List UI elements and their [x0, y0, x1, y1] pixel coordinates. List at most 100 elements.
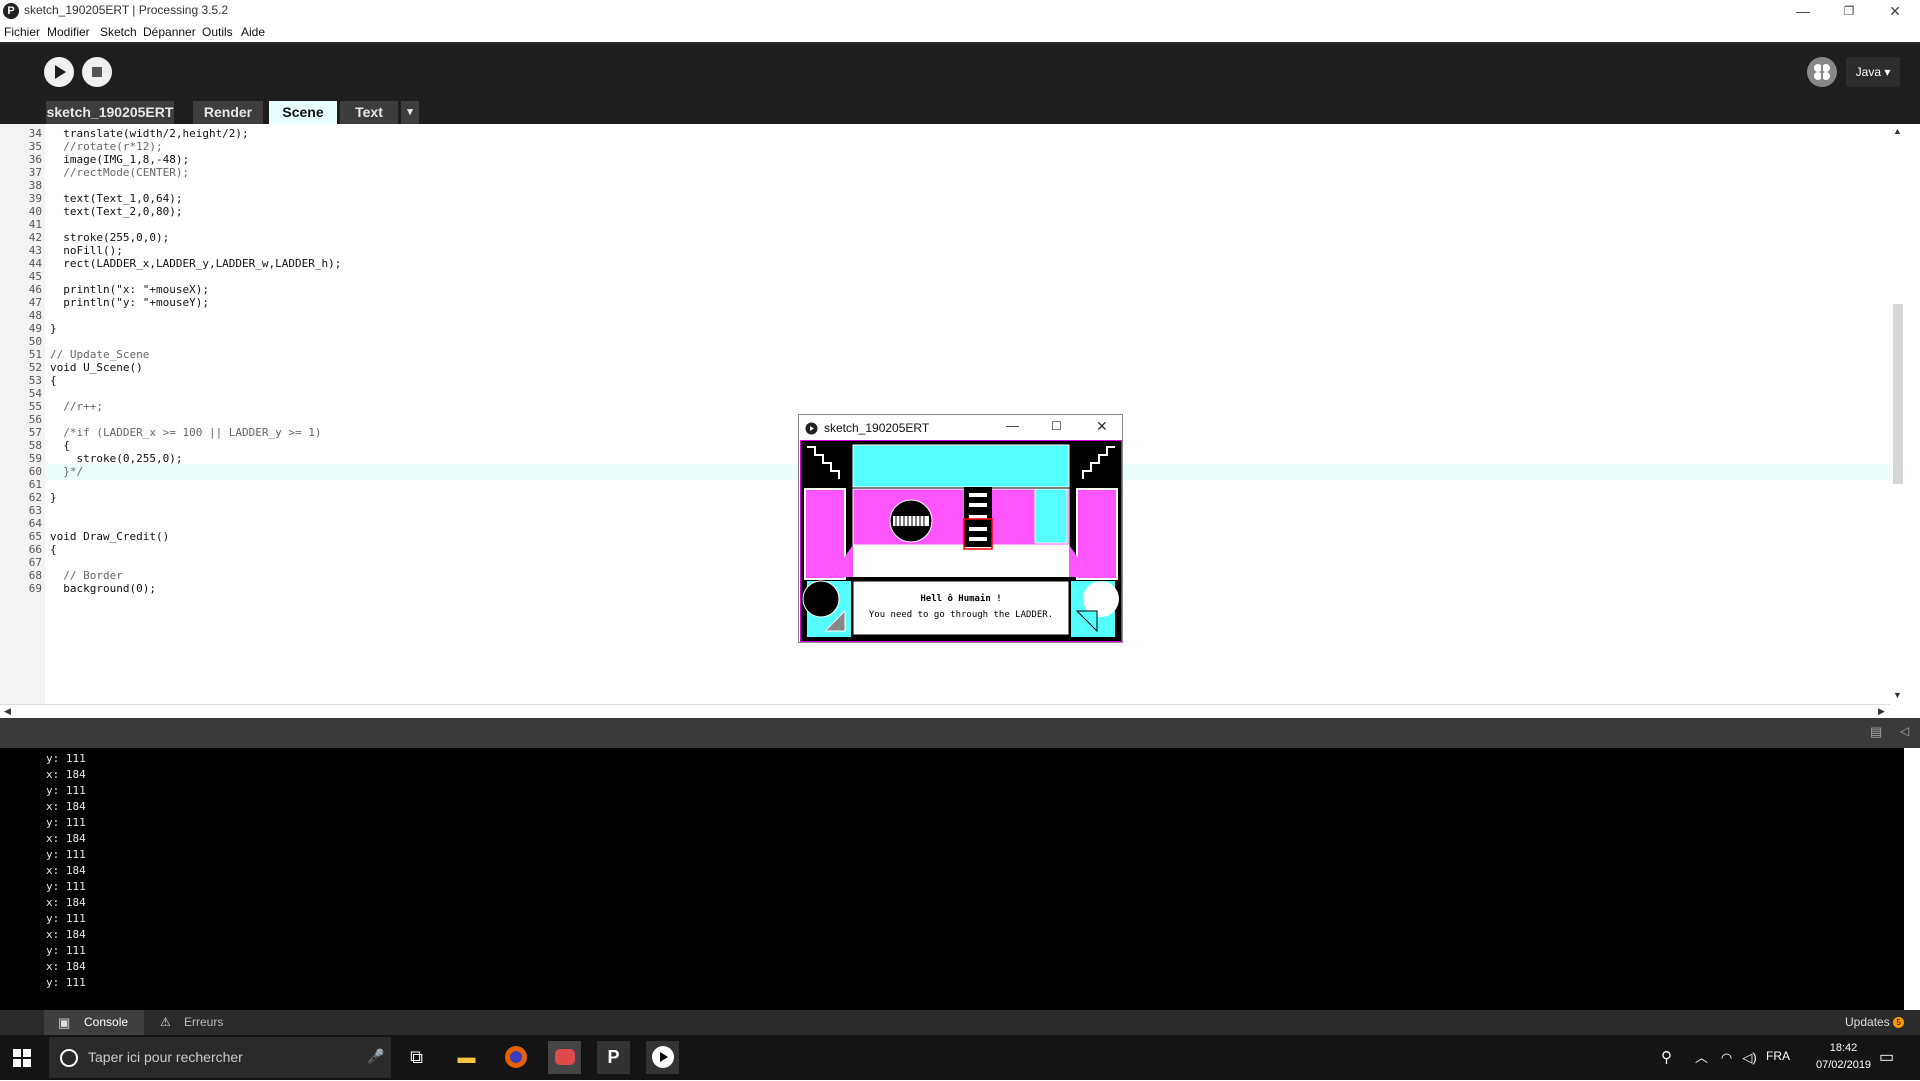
horizontal-scrollbar[interactable]: ◀ ▶	[0, 704, 1890, 719]
collapse-console-icon[interactable]: ◁	[1900, 724, 1909, 738]
clock[interactable]: 18:42 07/02/2019	[1816, 1040, 1871, 1074]
code-line[interactable]: //rotate(r*12);	[50, 140, 162, 153]
restore-button[interactable]: ❐	[1826, 0, 1872, 22]
scroll-right-arrow-icon[interactable]: ▶	[1878, 706, 1885, 717]
tab-render[interactable]: Render	[193, 101, 263, 124]
minimize-button[interactable]: —	[1780, 0, 1826, 22]
tab-text[interactable]: Text	[340, 101, 398, 124]
menu-depanner[interactable]: Dépanner	[143, 25, 196, 39]
menu-outils[interactable]: Outils	[202, 25, 233, 39]
windows-start-icon[interactable]	[13, 1049, 31, 1067]
clock-time: 18:42	[1829, 1042, 1858, 1054]
code-line[interactable]: noFill();	[50, 244, 123, 257]
updates-text: Updates	[1845, 1015, 1890, 1029]
game-scene: Hell ô Humain ! You need to go through t…	[801, 441, 1121, 641]
scroll-up-arrow-icon[interactable]: ▲	[1893, 126, 1902, 136]
code-line[interactable]: {	[50, 374, 57, 387]
errors-tab[interactable]: Erreurs	[184, 1010, 223, 1035]
console-line: x: 184	[46, 896, 86, 909]
sketch-close-button[interactable]: ✕	[1096, 418, 1108, 435]
microphone-icon[interactable]: 🎤	[367, 1048, 384, 1065]
task-view-icon[interactable]: ⧉	[400, 1041, 433, 1074]
code-line[interactable]: println("y: "+mouseY);	[50, 296, 209, 309]
line-number: 39	[28, 192, 42, 205]
tab-scene[interactable]: Scene	[269, 101, 337, 124]
code-line[interactable]: rect(LADDER_x,LADDER_y,LADDER_w,LADDER_h…	[50, 257, 341, 270]
line-number: 41	[28, 218, 42, 231]
run-button[interactable]	[44, 57, 74, 87]
toolbar: Java ▾	[0, 44, 1920, 101]
line-number: 62	[28, 491, 42, 504]
line-number: 37	[28, 166, 42, 179]
sketch-canvas[interactable]: Hell ô Humain ! You need to go through t…	[800, 440, 1122, 642]
console-scrollbar[interactable]	[1904, 748, 1920, 1010]
line-number: 35	[28, 140, 42, 153]
file-explorer-icon[interactable]: ▬	[450, 1041, 483, 1074]
code-line[interactable]: text(Text_2,0,80);	[50, 205, 182, 218]
mode-selector[interactable]: Java ▾	[1846, 57, 1900, 87]
code-line[interactable]: void U_Scene()	[50, 361, 143, 374]
menu-aide[interactable]: Aide	[241, 25, 265, 39]
code-line[interactable]: background(0);	[50, 582, 156, 595]
code-line[interactable]: //r++;	[50, 400, 103, 413]
menu-fichier[interactable]: Fichier	[4, 25, 40, 39]
menu-modifier[interactable]: Modifier	[47, 25, 90, 39]
console-line: y: 111	[46, 976, 86, 989]
tab-bar: sketch_190205ERT Render Scene Text ▾	[0, 101, 1920, 124]
line-number: 63	[28, 504, 42, 517]
scroll-down-arrow-icon[interactable]: ▼	[1893, 690, 1902, 700]
console-line: x: 184	[46, 960, 86, 973]
code-line[interactable]: }	[50, 322, 57, 335]
tab-sketch[interactable]: sketch_190205ERT	[46, 101, 174, 124]
warning-icon: ⚠	[160, 1015, 171, 1029]
input-language[interactable]: FRA	[1766, 1049, 1790, 1063]
line-number: 49	[28, 322, 42, 335]
line-number: 57	[28, 426, 42, 439]
scroll-left-arrow-icon[interactable]: ◀	[4, 706, 11, 717]
code-line[interactable]: // Border	[50, 569, 123, 582]
vertical-scroll-thumb[interactable]	[1893, 304, 1903, 484]
line-number: 46	[28, 283, 42, 296]
line-number: 51	[28, 348, 42, 361]
code-line[interactable]: /*if (LADDER_x >= 100 || LADDER_y >= 1)	[50, 426, 321, 439]
code-line[interactable]: stroke(255,0,0);	[50, 231, 169, 244]
code-line[interactable]: // Update_Scene	[50, 348, 149, 361]
sketch-maximize-button[interactable]: ☐	[1051, 419, 1062, 433]
line-number: 55	[28, 400, 42, 413]
code-line[interactable]: stroke(0,255,0);	[50, 452, 182, 465]
line-number: 48	[28, 309, 42, 322]
copy-console-icon[interactable]: ▤	[1870, 724, 1882, 740]
firefox-icon[interactable]	[499, 1041, 532, 1074]
tab-menu-button[interactable]: ▾	[401, 101, 419, 124]
status-bar: ▣ Console ⚠ Erreurs Updates 5	[0, 1010, 1920, 1035]
code-line[interactable]: void Draw_Credit()	[50, 530, 169, 543]
updates-label[interactable]: Updates 5	[1845, 1010, 1905, 1035]
code-line[interactable]: {	[50, 439, 70, 452]
people-icon[interactable]: ⚲	[1650, 1041, 1683, 1074]
stop-button[interactable]	[82, 57, 112, 87]
code-line[interactable]: text(Text_1,0,64);	[50, 192, 182, 205]
volume-icon[interactable]: ◁)	[1733, 1041, 1766, 1074]
console-tab[interactable]: Console	[84, 1010, 128, 1035]
sketch-minimize-button[interactable]: —	[1006, 418, 1019, 433]
discord-icon[interactable]	[548, 1041, 581, 1074]
action-center-icon[interactable]: ▭	[1870, 1041, 1903, 1074]
sketch-taskbar-icon[interactable]	[646, 1041, 679, 1074]
debug-button[interactable]	[1807, 57, 1837, 87]
line-number: 45	[28, 270, 42, 283]
code-line[interactable]: translate(width/2,height/2);	[50, 127, 248, 140]
processing-taskbar-icon[interactable]: P	[597, 1041, 630, 1074]
console-divider[interactable]: ▤ ◁	[0, 718, 1920, 748]
code-line[interactable]: println("x: "+mouseX);	[50, 283, 209, 296]
close-button[interactable]: ✕	[1872, 0, 1918, 22]
line-number: 43	[28, 244, 42, 257]
code-line[interactable]: }*/	[50, 465, 83, 478]
code-line[interactable]: image(IMG_1,8,-48);	[50, 153, 189, 166]
code-line[interactable]: {	[50, 543, 57, 556]
menu-sketch[interactable]: Sketch	[100, 25, 137, 39]
console-output: y: 111 x: 184 y: 111 x: 184 y: 111 x: 184 y: 1…	[0, 748, 1904, 1010]
search-placeholder: Taper ici pour rechercher	[88, 1049, 243, 1065]
sketch-window[interactable]: sketch_190205ERT — ☐ ✕ Hell ô Humain ! Y…	[798, 414, 1123, 643]
code-line[interactable]: }	[50, 491, 57, 504]
code-line[interactable]: //rectMode(CENTER);	[50, 166, 189, 179]
